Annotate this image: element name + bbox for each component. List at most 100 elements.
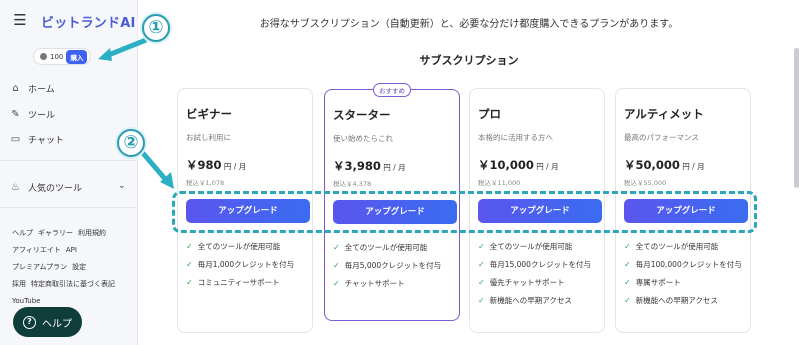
- chevron-down-icon[interactable]: ⌄: [118, 181, 126, 191]
- footer-link-terms[interactable]: 利用規約: [78, 229, 106, 237]
- feature-text: 新機能への早期アクセス: [635, 296, 718, 305]
- chat-icon: ▭: [10, 134, 21, 145]
- scrollbar[interactable]: [794, 18, 800, 318]
- price-with-tax: 税込￥55,000: [624, 179, 667, 187]
- feature-item: ✓ 全てのツールが使用可能: [186, 241, 310, 252]
- feature-item: ✓ 優先チャットサポート: [478, 277, 602, 288]
- check-icon: ✓: [333, 279, 340, 288]
- feature-text: 毎月5,000クレジットを付与: [344, 261, 442, 270]
- footer-link-youtube[interactable]: YouTube: [12, 297, 40, 305]
- recommended-badge: おすすめ: [373, 83, 411, 97]
- nav-item-label: ツール: [28, 111, 56, 121]
- feature-item: ✓ 全てのツールが使用可能: [624, 241, 748, 252]
- price-value: ￥50,000: [624, 158, 680, 172]
- feature-text: 優先チャットサポート: [489, 278, 565, 287]
- plan-description: 本格的に活用する方へ: [478, 133, 553, 142]
- price-value: ￥980: [186, 158, 222, 172]
- page-headline: お得なサブスクリプション（自動更新）と、必要な分だけ都度購入できるプランがありま…: [259, 19, 679, 30]
- feature-list: ✓ 全てのツールが使用可能 ✓ 毎月100,000クレジットを付与 ✓ 専属サポート …: [624, 241, 748, 313]
- footer-link-legal[interactable]: 特定商取引法に基づく表記: [31, 280, 115, 288]
- check-icon: ✓: [333, 243, 340, 252]
- check-icon: ✓: [186, 278, 193, 287]
- feature-item: ✓ チャットサポート: [333, 278, 457, 289]
- feature-text: チャットサポート: [344, 279, 405, 288]
- section-title: サブスクリプション: [419, 54, 519, 67]
- feature-item: ✓ 新機能への早期アクセス: [624, 295, 748, 306]
- feature-text: 毎月15,000クレジットを付与: [489, 260, 591, 269]
- nav-item-chat[interactable]: ▭ チャット: [10, 133, 64, 146]
- flame-icon: ♨: [11, 182, 20, 193]
- feature-text: 新機能への早期アクセス: [489, 296, 572, 305]
- check-icon: ✓: [478, 278, 485, 287]
- plan-name: プロ: [478, 107, 501, 121]
- feature-text: 全てのツールが使用可能: [197, 242, 281, 251]
- footer-link-gallery[interactable]: ギャラリー: [38, 229, 73, 237]
- feature-item: ✓ 毎月5,000クレジットを付与: [333, 260, 457, 271]
- plan-price: ￥980 円 / 月: [186, 157, 246, 173]
- feature-text: コミュニティーサポート: [197, 278, 280, 287]
- credit-balance: 100 購入: [33, 48, 92, 65]
- feature-item: ✓ 全てのツールが使用可能: [333, 242, 457, 253]
- plan-description: 最高のパフォーマンス: [624, 133, 699, 142]
- check-icon: ✓: [478, 296, 485, 305]
- hamburger-menu-icon[interactable]: ☰: [8, 9, 32, 31]
- price-with-tax: 税込￥11,000: [478, 179, 521, 187]
- price-value: ￥10,000: [478, 158, 534, 172]
- nav-item-home[interactable]: ⌂ ホーム: [10, 82, 54, 95]
- plan-price: ￥10,000 円 / 月: [478, 157, 559, 173]
- popular-tools-toggle[interactable]: ♨ 人気のツール: [10, 181, 82, 194]
- price-value: ￥3,980: [333, 159, 381, 173]
- feature-list: ✓ 全てのツールが使用可能 ✓ 毎月1,000クレジットを付与 ✓ コミュニティーサポ…: [186, 241, 310, 295]
- check-icon: ✓: [186, 260, 193, 269]
- feature-item: ✓ 専属サポート: [624, 277, 748, 288]
- scrollbar-thumb[interactable]: [794, 48, 799, 188]
- feature-item: ✓ 新機能への早期アクセス: [478, 295, 602, 306]
- annotation-highlight-box: [172, 191, 757, 233]
- check-icon: ✓: [624, 296, 631, 305]
- nav-item-tools[interactable]: ✎ ツール: [10, 108, 55, 121]
- plan-name: スターター: [333, 108, 391, 122]
- price-with-tax: 税込￥1,078: [186, 179, 225, 187]
- help-label: ヘルプ: [42, 318, 72, 330]
- check-icon: ✓: [478, 242, 485, 251]
- feature-text: 全てのツールが使用可能: [635, 242, 719, 251]
- popular-tools-label: 人気のツール: [28, 184, 83, 194]
- credit-count: 100: [50, 52, 64, 61]
- footer-link-settings[interactable]: 設定: [72, 263, 86, 271]
- home-icon: ⌂: [12, 83, 19, 94]
- check-icon: ✓: [624, 278, 631, 287]
- check-icon: ✓: [186, 242, 193, 251]
- plan-price: ￥50,000 円 / 月: [624, 157, 705, 173]
- annotation-number-2: ②: [117, 129, 145, 157]
- annotation-arrow-2: [140, 150, 174, 189]
- feature-text: 全てのツールが使用可能: [489, 242, 573, 251]
- feature-text: 全てのツールが使用可能: [344, 243, 428, 252]
- buy-credits-button[interactable]: 購入: [66, 49, 88, 64]
- footer-link-affiliate[interactable]: アフィリエイト: [12, 246, 61, 254]
- feature-item: ✓ 毎月1,000クレジットを付与: [186, 259, 310, 270]
- feature-text: 毎月1,000クレジットを付与: [197, 260, 295, 269]
- plan-description: お試し利用に: [186, 133, 231, 142]
- feature-item: ✓ コミュニティーサポート: [186, 277, 310, 288]
- sidebar-divider: [0, 207, 138, 208]
- footer-link-careers[interactable]: 採用: [12, 280, 26, 288]
- nav-item-label: チャット: [28, 136, 64, 146]
- footer-link-help[interactable]: ヘルプ: [12, 229, 33, 237]
- price-period: 円 / 月: [679, 162, 705, 171]
- feature-list: ✓ 全てのツールが使用可能 ✓ 毎月15,000クレジットを付与 ✓ 優先チャットサポ…: [478, 241, 602, 313]
- feature-item: ✓ 毎月100,000クレジットを付与: [624, 259, 748, 270]
- feature-item: ✓ 毎月15,000クレジットを付与: [478, 259, 602, 270]
- question-icon: ?: [23, 315, 36, 329]
- feature-text: 専属サポート: [635, 278, 681, 287]
- footer-link-api[interactable]: API: [66, 246, 77, 254]
- check-icon: ✓: [478, 260, 485, 269]
- price-with-tax: 税込￥4,378: [333, 180, 372, 188]
- plan-price: ￥3,980 円 / 月: [333, 158, 406, 174]
- plan-name: ビギナー: [186, 107, 232, 121]
- wrench-icon: ✎: [11, 109, 20, 120]
- footer-link-premium[interactable]: プレミアムプラン: [12, 263, 67, 271]
- footer-links: ヘルプ ギャラリー 利用規約 アフィリエイト API プレミアムプラン 設定 採用 特定商…: [12, 225, 132, 310]
- check-icon: ✓: [624, 260, 631, 269]
- plan-name: アルティメット: [624, 107, 704, 121]
- help-button[interactable]: ? ヘルプ: [13, 307, 82, 337]
